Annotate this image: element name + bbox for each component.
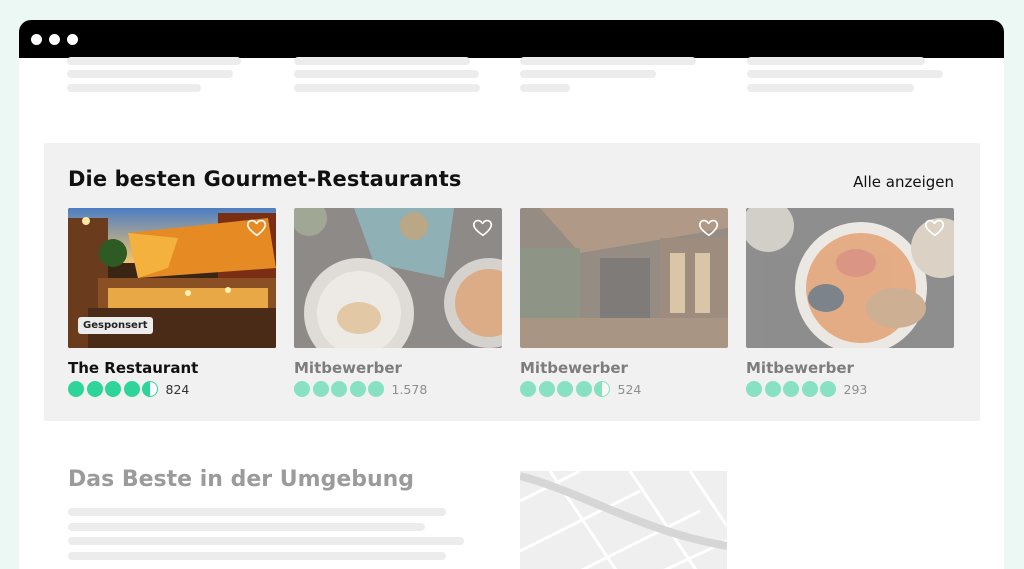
restaurant-name[interactable]: Mitbewerber [294,359,402,377]
skeleton-line [68,537,464,545]
window-dot-icon[interactable] [31,34,42,45]
rating-bubble-full-icon [123,381,140,397]
map-preview[interactable] [520,471,727,569]
rating-bubble-full-icon [520,381,536,397]
rating-bubble-full-icon [86,381,103,397]
rating-bubble-full-icon [368,381,384,397]
rating-bubble-full-icon [349,381,366,397]
window-dot-icon[interactable] [49,34,60,45]
skeleton-line [67,57,241,65]
rating-bubble-half-icon [142,381,158,397]
rating-bubble-full-icon [312,381,329,397]
rating-bubble-full-icon [820,381,836,397]
seafood-dish-image [746,208,954,348]
restaurant-photo [746,208,954,348]
window-dot-icon[interactable] [67,34,78,45]
skeleton-line [68,508,446,516]
rating-bubble-full-icon [294,381,310,397]
restaurant-name[interactable]: Mitbewerber [520,359,628,377]
rating-bubbles: 524 [520,381,641,397]
restaurant-photo: Gesponsert [68,208,276,348]
rating-bubble-full-icon [783,381,799,397]
review-count: 824 [165,381,190,397]
rating-bubble-full-icon [575,381,592,397]
review-count: 524 [617,381,642,397]
restaurant-name[interactable]: The Restaurant [68,359,198,377]
map-streets [520,471,727,569]
heart-icon[interactable] [472,216,494,238]
sponsored-badge: Gesponsert [78,317,153,334]
restaurant-card[interactable]: Mitbewerber 293 [746,208,954,397]
rating-bubble-full-icon [801,381,818,397]
skeleton-line [294,84,480,92]
skeleton-line [67,70,233,78]
rating-bubble-full-icon [764,381,781,397]
restaurant-interior-image [520,208,728,348]
nearby-title: Das Beste in der Umgebung [68,467,415,492]
rating-bubble-full-icon [557,381,573,397]
rating-bubbles: 824 [68,381,189,397]
food-plates-image [294,208,502,348]
skeleton-line [68,523,425,531]
rating-bubbles: 1.578 [294,381,427,397]
rating-bubble-full-icon [68,381,84,397]
restaurant-card[interactable]: Mitbewerber 524 [520,208,728,397]
rating-bubbles: 293 [746,381,867,397]
restaurant-photo [520,208,728,348]
restaurant-card[interactable]: Gesponsert The Restaurant 824 [68,208,276,397]
section-title: Die besten Gourmet-Restaurants [68,167,462,191]
skeleton-line [747,84,914,92]
see-all-link[interactable]: Alle anzeigen [853,173,954,191]
skeleton-line [294,57,470,65]
skeleton-line [520,70,656,78]
skeleton-line [67,84,201,92]
rating-bubble-half-icon [594,381,610,397]
restaurant-photo [294,208,502,348]
rating-bubble-full-icon [746,381,762,397]
skeleton-line [747,57,925,65]
restaurant-name[interactable]: Mitbewerber [746,359,854,377]
rating-bubble-full-icon [538,381,555,397]
heart-icon[interactable] [246,216,268,238]
rating-bubble-full-icon [105,381,121,397]
gourmet-restaurants-section: Die besten Gourmet-Restaurants Alle anze… [44,143,980,421]
browser-window: Die besten Gourmet-Restaurants Alle anze… [19,20,1004,569]
review-count: 293 [843,381,868,397]
heart-icon[interactable] [924,216,946,238]
skeleton-line [747,70,943,78]
skeleton-line [520,57,696,65]
restaurant-card[interactable]: Mitbewerber 1.578 [294,208,502,397]
skeleton-line [294,70,479,78]
window-titlebar [19,20,1004,58]
heart-icon[interactable] [698,216,720,238]
rating-bubble-full-icon [331,381,347,397]
skeleton-line [520,84,570,92]
review-count: 1.578 [391,381,428,397]
skeleton-line [68,552,446,560]
